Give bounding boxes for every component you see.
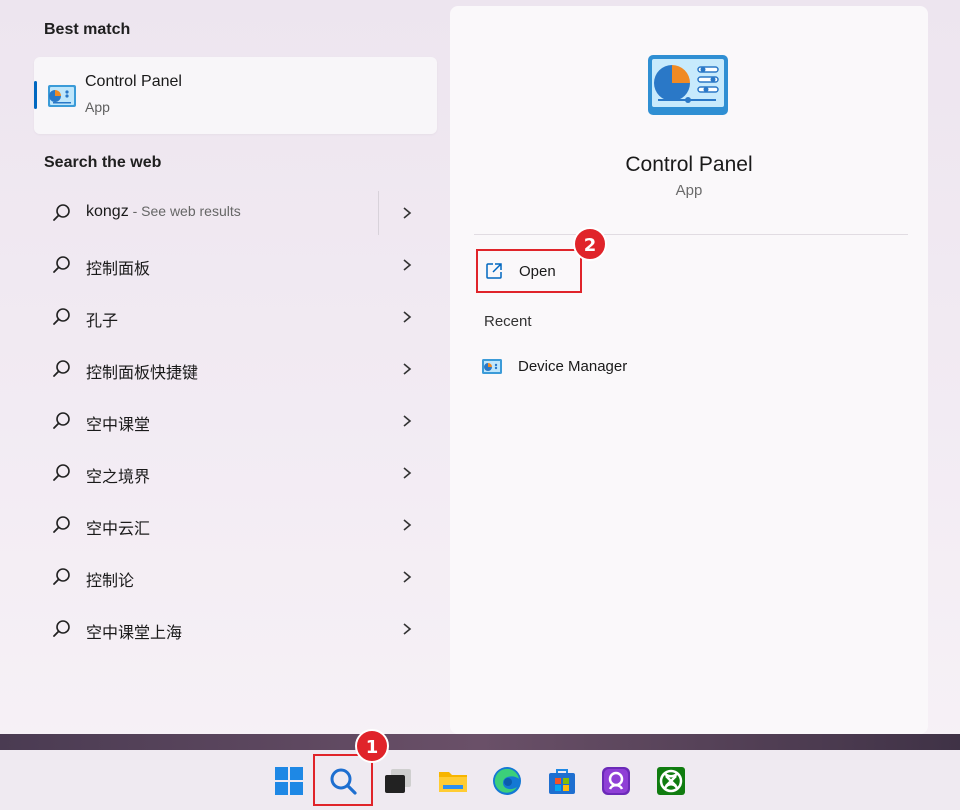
- web-result-suffix: - See web results: [128, 203, 241, 219]
- web-result-row[interactable]: kongz - See web results: [40, 189, 430, 237]
- recent-item-label: Device Manager: [518, 358, 628, 375]
- chevron-right-icon[interactable]: [402, 310, 412, 329]
- web-result-label: 控制面板: [86, 255, 150, 279]
- web-result-query: 孔子: [86, 313, 119, 330]
- control-panel-icon: [47, 84, 77, 113]
- clipchamp-icon[interactable]: [600, 765, 632, 797]
- web-result-query: 空中课堂: [86, 417, 151, 434]
- web-result-label: 空中课堂上海: [86, 619, 182, 643]
- chevron-right-icon[interactable]: [402, 258, 412, 277]
- file-explorer-icon[interactable]: [437, 765, 469, 797]
- best-match-control-panel[interactable]: Control Panel App: [34, 57, 437, 134]
- desktop-wallpaper-strip: [0, 734, 960, 750]
- app-detail-pane: Control Panel App Open Recent Device Man…: [450, 6, 928, 734]
- chevron-right-icon[interactable]: [402, 362, 412, 381]
- chevron-right-icon[interactable]: [402, 206, 412, 225]
- web-result-query: 控制论: [86, 573, 135, 590]
- recent-heading: Recent: [484, 313, 532, 330]
- xbox-icon[interactable]: [655, 765, 687, 797]
- store-icon[interactable]: [546, 765, 578, 797]
- chevron-right-icon[interactable]: [402, 466, 412, 485]
- web-result-query: 空之境界: [86, 469, 151, 486]
- web-result-query: 控制面板快捷键: [86, 365, 199, 382]
- web-result-query: 空中课堂上海: [86, 625, 183, 642]
- search-icon: [52, 463, 72, 488]
- device-manager-icon: [482, 359, 502, 380]
- best-match-type: App: [85, 99, 110, 115]
- web-result-label: 控制面板快捷键: [86, 359, 198, 383]
- search-icon: [52, 411, 72, 436]
- search-icon: [52, 515, 72, 540]
- detail-app-type: App: [675, 182, 703, 199]
- step-badge-1: 1: [355, 729, 389, 763]
- web-result-row[interactable]: 空之境界: [40, 449, 430, 497]
- web-result-label: 空中云汇: [86, 515, 150, 539]
- web-result-row[interactable]: 控制面板: [40, 241, 430, 289]
- search-icon: [52, 619, 72, 644]
- web-result-query: 空中云汇: [86, 521, 151, 538]
- web-result-row[interactable]: 控制论: [40, 553, 430, 601]
- web-result-label: 空之境界: [86, 463, 150, 487]
- taskbar: [0, 750, 960, 810]
- selection-accent: [34, 81, 37, 109]
- search-button[interactable]: [313, 754, 373, 806]
- chevron-right-icon[interactable]: [402, 518, 412, 537]
- search-icon: [327, 765, 359, 802]
- chevron-right-icon[interactable]: [402, 622, 412, 641]
- open-button-label: Open: [519, 263, 556, 280]
- detail-app-name: Control Panel: [625, 153, 753, 176]
- divider: [474, 234, 908, 235]
- best-match-name: Control Panel: [85, 73, 182, 90]
- web-result-query: kongz: [86, 203, 129, 220]
- search-icon: [52, 255, 72, 280]
- search-icon: [52, 203, 72, 228]
- web-result-query: 控制面板: [86, 261, 151, 278]
- control-panel-large-icon: [648, 55, 728, 120]
- search-icon: [52, 307, 72, 332]
- web-result-label: 空中课堂: [86, 411, 150, 435]
- web-result-label: kongz - See web results: [86, 203, 241, 221]
- web-result-row[interactable]: 空中课堂: [40, 397, 430, 445]
- chevron-right-icon[interactable]: [402, 414, 412, 433]
- search-web-heading: Search the web: [44, 154, 162, 171]
- web-result-row[interactable]: 控制面板快捷键: [40, 345, 430, 393]
- recent-item-device-manager[interactable]: Device Manager: [482, 355, 782, 381]
- web-result-row[interactable]: 孔子: [40, 293, 430, 341]
- search-icon: [52, 567, 72, 592]
- web-result-label: 孔子: [86, 307, 118, 331]
- web-result-row[interactable]: 空中云汇: [40, 501, 430, 549]
- search-icon: [52, 359, 72, 384]
- open-external-icon: [485, 262, 503, 285]
- web-result-label: 控制论: [86, 567, 134, 591]
- best-match-heading: Best match: [44, 21, 131, 38]
- edge-icon[interactable]: [491, 765, 523, 797]
- step-badge-2: 2: [573, 227, 607, 261]
- web-result-row[interactable]: 空中课堂上海: [40, 605, 430, 653]
- windows-start-icon[interactable]: [273, 765, 305, 797]
- open-button[interactable]: Open: [476, 249, 582, 293]
- chevron-right-icon[interactable]: [402, 570, 412, 589]
- start-menu: Best match Control Panel App Search the …: [0, 0, 960, 750]
- task-view-icon[interactable]: [382, 765, 414, 797]
